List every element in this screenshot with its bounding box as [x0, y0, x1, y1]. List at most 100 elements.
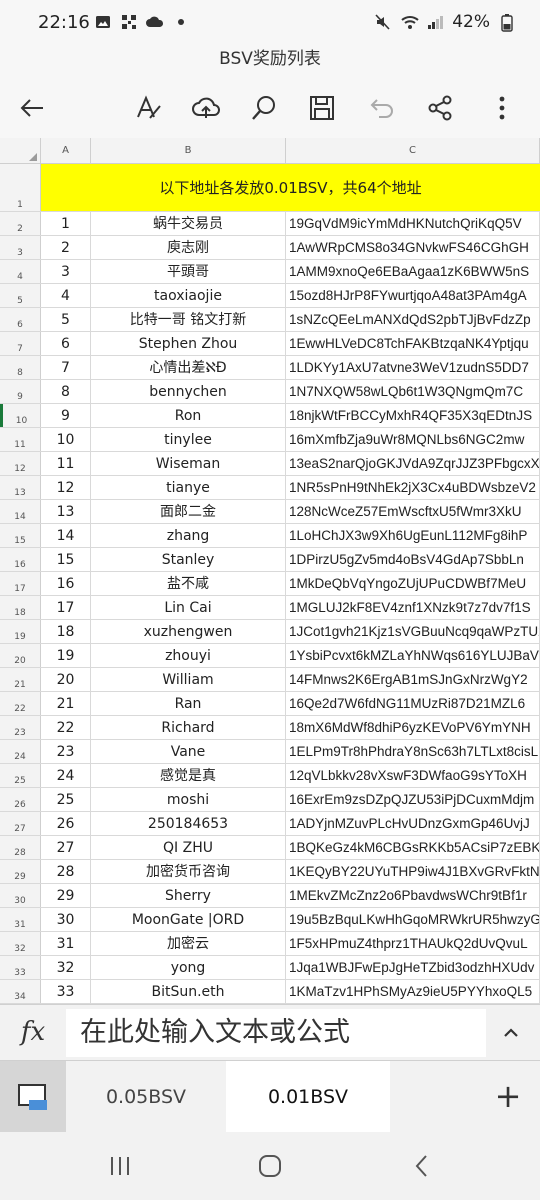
name-cell[interactable]: tinylee [91, 428, 286, 451]
name-cell[interactable]: 心情出差ℵÐ [91, 356, 286, 379]
index-cell[interactable]: 23 [41, 740, 91, 763]
index-cell[interactable]: 4 [41, 284, 91, 307]
index-cell[interactable]: 25 [41, 788, 91, 811]
name-cell[interactable]: Stephen Zhou [91, 332, 286, 355]
index-cell[interactable]: 33 [41, 980, 91, 1003]
address-cell[interactable]: 1NR5sPnH9tNhEk2jX3Cx4uBDWsbzeV2 [286, 476, 540, 499]
address-cell[interactable]: 1ADYjnMZuvPLcHvUDnzGxmGp46UvjJ [286, 812, 540, 835]
row-header[interactable]: 13 [0, 476, 41, 499]
row-header[interactable]: 18 [0, 596, 41, 619]
address-cell[interactable]: 1MGLUJ2kF8EV4znf1XNzk9t7z7dv7f1S [286, 596, 540, 619]
address-cell[interactable]: 1AMM9xnoQe6EBaAgaa1zK6BWW5nS [286, 260, 540, 283]
index-cell[interactable]: 21 [41, 692, 91, 715]
index-cell[interactable]: 3 [41, 260, 91, 283]
title-cell[interactable]: 以下地址各发放0.01BSV，共64个地址 [41, 164, 540, 212]
row-header[interactable]: 26 [0, 788, 41, 811]
name-cell[interactable]: Stanley [91, 548, 286, 571]
formula-input[interactable]: 在此处输入文本或公式 [66, 1009, 486, 1057]
address-cell[interactable]: 1AwWRpCMS8o34GNvkwFS46CGhGH [286, 236, 540, 259]
index-cell[interactable]: 29 [41, 884, 91, 907]
row-header[interactable]: 25 [0, 764, 41, 787]
address-cell[interactable]: 1N7NXQW58wLQb6t1W3QNgmQm7C [286, 380, 540, 403]
index-cell[interactable]: 1 [41, 212, 91, 235]
name-cell[interactable]: moshi [91, 788, 286, 811]
address-cell[interactable]: 1MEkvZMcZnz2o6PbavdwsWChr9tBf1r [286, 884, 540, 907]
address-cell[interactable]: 18njkWtFrBCCyMxhR4QF35X3qEDtnJS [286, 404, 540, 427]
index-cell[interactable]: 22 [41, 716, 91, 739]
index-cell[interactable]: 14 [41, 524, 91, 547]
row-header[interactable]: 15 [0, 524, 41, 547]
name-cell[interactable]: Ran [91, 692, 286, 715]
name-cell[interactable]: Vane [91, 740, 286, 763]
row-header[interactable]: 5 [0, 284, 41, 307]
address-cell[interactable]: 128NcWceZ57EmWscftxU5fWmr3XkU [286, 500, 540, 523]
name-cell[interactable]: 加密货币咨询 [91, 860, 286, 883]
index-cell[interactable]: 28 [41, 860, 91, 883]
row-header[interactable]: 1 [0, 164, 41, 211]
name-cell[interactable]: 250184653 [91, 812, 286, 835]
index-cell[interactable]: 18 [41, 620, 91, 643]
undo-button[interactable] [362, 88, 402, 128]
name-cell[interactable]: Ron [91, 404, 286, 427]
row-header[interactable]: 19 [0, 620, 41, 643]
name-cell[interactable]: zhouyi [91, 644, 286, 667]
share-button[interactable] [420, 88, 460, 128]
row-header[interactable]: 22 [0, 692, 41, 715]
row-header[interactable]: 6 [0, 308, 41, 331]
add-sheet-button[interactable]: + [490, 1079, 526, 1115]
name-cell[interactable]: 感觉是真 [91, 764, 286, 787]
address-cell[interactable]: 1ELPm9Tr8hPhdraY8nSc63h7LTLxt8cisL [286, 740, 540, 763]
row-header[interactable]: 31 [0, 908, 41, 931]
sheet-tab-2-active[interactable]: 0.01BSV [226, 1061, 390, 1133]
index-cell[interactable]: 13 [41, 500, 91, 523]
name-cell[interactable]: QI ZHU [91, 836, 286, 859]
name-cell[interactable]: taoxiaojie [91, 284, 286, 307]
row-header[interactable]: 30 [0, 884, 41, 907]
name-cell[interactable]: 蜗牛交易员 [91, 212, 286, 235]
address-cell[interactable]: 15ozd8HJrP8FYwurtjqoA48at3PAm4gA [286, 284, 540, 307]
index-cell[interactable]: 9 [41, 404, 91, 427]
row-header[interactable]: 3 [0, 236, 41, 259]
row-header[interactable]: 4 [0, 260, 41, 283]
row-header[interactable]: 20 [0, 644, 41, 667]
address-cell[interactable]: 1LoHChJX3w9Xh6UgEunL112MFg8ihP [286, 524, 540, 547]
address-cell[interactable]: 1YsbiPcvxt6kMZLaYhNWqs616YLUJBaV [286, 644, 540, 667]
address-cell[interactable]: 1F5xHPmuZ4thprz1THAUkQ2dUvQvuL [286, 932, 540, 955]
name-cell[interactable]: 平頭哥 [91, 260, 286, 283]
index-cell[interactable]: 15 [41, 548, 91, 571]
name-cell[interactable]: 面郎二金 [91, 500, 286, 523]
row-header[interactable]: 16 [0, 548, 41, 571]
address-cell[interactable]: 1MkDeQbVqYngoZUjUPuCDWBf7MeU [286, 572, 540, 595]
row-header[interactable]: 34 [0, 980, 41, 1003]
address-cell[interactable]: 1sNZcQEeLmANXdQdS2pbTJjBvFdzZp [286, 308, 540, 331]
index-cell[interactable]: 5 [41, 308, 91, 331]
index-cell[interactable]: 8 [41, 380, 91, 403]
row-header[interactable]: 17 [0, 572, 41, 595]
index-cell[interactable]: 17 [41, 596, 91, 619]
address-cell[interactable]: 12qVLbkkv28vXswF3DWfaoG9sYToXH [286, 764, 540, 787]
row-header[interactable]: 24 [0, 740, 41, 763]
name-cell[interactable]: 加密云 [91, 932, 286, 955]
row-header[interactable]: 29 [0, 860, 41, 883]
nav-back-button[interactable] [402, 1148, 442, 1184]
index-cell[interactable]: 24 [41, 764, 91, 787]
address-cell[interactable]: 16ExrEm9zsDZpQJZU53iPjDCuxmMdjm [286, 788, 540, 811]
index-cell[interactable]: 30 [41, 908, 91, 931]
row-header[interactable]: 9 [0, 380, 41, 403]
index-cell[interactable]: 16 [41, 572, 91, 595]
home-button[interactable] [250, 1148, 290, 1184]
index-cell[interactable]: 6 [41, 332, 91, 355]
row-header[interactable]: 2 [0, 212, 41, 235]
row-header[interactable]: 11 [0, 428, 41, 451]
row-header[interactable]: 32 [0, 932, 41, 955]
column-header-a[interactable]: A [41, 138, 91, 164]
index-cell[interactable]: 20 [41, 668, 91, 691]
address-cell[interactable]: 1Jqa1WBJFwEpJgHeTZbid3odzhHXUdv [286, 956, 540, 979]
index-cell[interactable]: 32 [41, 956, 91, 979]
index-cell[interactable]: 31 [41, 932, 91, 955]
more-options-button[interactable] [482, 88, 522, 128]
back-button[interactable] [12, 88, 52, 128]
format-text-button[interactable] [128, 88, 168, 128]
address-cell[interactable]: 14FMnws2K6ErgAB1mSJnGxNrzWgY2 [286, 668, 540, 691]
index-cell[interactable]: 19 [41, 644, 91, 667]
